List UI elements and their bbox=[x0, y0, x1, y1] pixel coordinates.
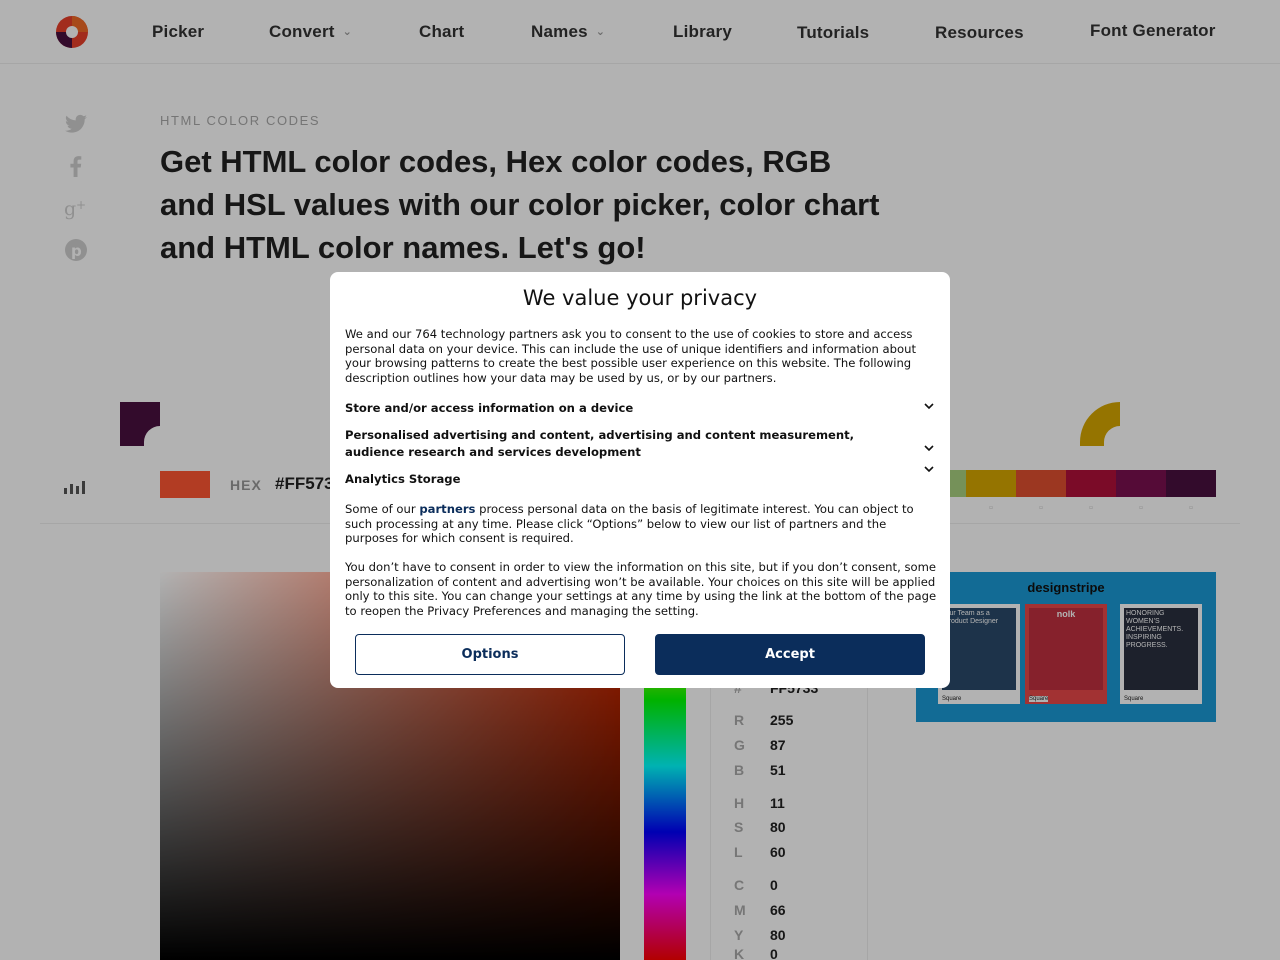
accept-button[interactable]: Accept bbox=[655, 634, 925, 675]
chevron-down-icon[interactable] bbox=[923, 400, 935, 412]
chevron-down-icon[interactable] bbox=[923, 442, 935, 454]
consent-intro: We and our 764 technology partners ask y… bbox=[345, 327, 916, 385]
purpose-label: Store and/or access information on a dev… bbox=[345, 401, 634, 415]
purpose-personalised-advertising[interactable]: Personalised advertising and content, ad… bbox=[345, 427, 935, 461]
consent-notice: You don’t have to consent in order to vi… bbox=[345, 560, 937, 618]
privacy-consent-dialog: We value your privacy We and our 764 tec… bbox=[330, 272, 950, 688]
consent-title: We value your privacy bbox=[522, 286, 758, 310]
purpose-label: Analytics Storage bbox=[345, 472, 461, 486]
chevron-down-icon[interactable] bbox=[923, 463, 935, 475]
purpose-analytics-storage[interactable]: Analytics Storage bbox=[345, 466, 935, 488]
consent-legitimate-interest: Some of our partners process personal da… bbox=[345, 502, 937, 546]
options-button[interactable]: Options bbox=[355, 634, 625, 675]
purpose-store-access[interactable]: Store and/or access information on a dev… bbox=[345, 400, 935, 417]
partners-link[interactable]: partners bbox=[419, 502, 475, 516]
purpose-label: Personalised advertising and content, ad… bbox=[345, 428, 855, 459]
legit-prefix: Some of our bbox=[345, 502, 420, 516]
